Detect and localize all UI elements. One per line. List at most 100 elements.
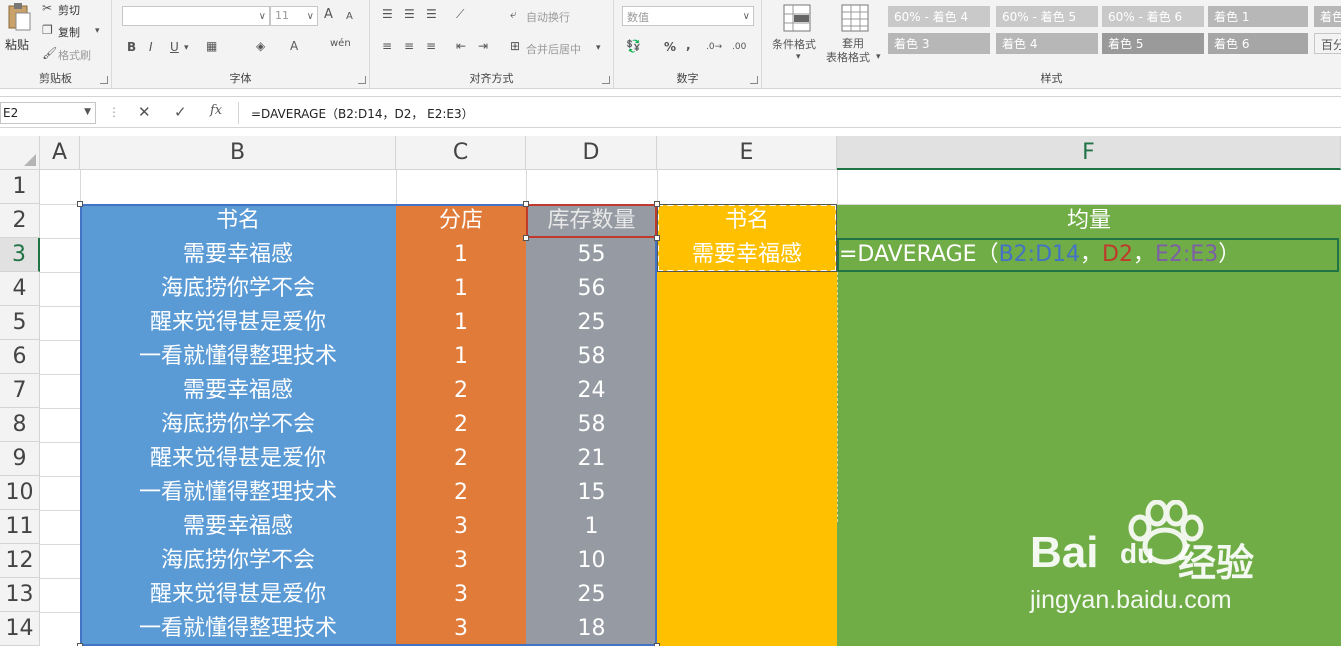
range-handle-icon[interactable] bbox=[77, 201, 83, 207]
row-header-8[interactable]: 8 bbox=[0, 408, 40, 442]
number-launcher-icon[interactable] bbox=[750, 76, 758, 84]
cell-style-item[interactable]: 百分 bbox=[1314, 33, 1341, 54]
align-left-icon[interactable]: ≡ bbox=[382, 39, 392, 53]
cell-style-item[interactable]: 着色 1 bbox=[1208, 6, 1308, 27]
gridline bbox=[40, 578, 80, 579]
row-header-5[interactable]: 5 bbox=[0, 306, 40, 340]
row-header-13[interactable]: 13 bbox=[0, 578, 40, 612]
number-group-title: 数字 bbox=[676, 72, 699, 85]
row-header-14[interactable]: 14 bbox=[0, 612, 40, 646]
column-header-b[interactable]: B bbox=[80, 136, 396, 170]
row-header-9[interactable]: 9 bbox=[0, 442, 40, 476]
increase-indent-icon[interactable]: ⇥ bbox=[478, 39, 488, 53]
cancel-icon[interactable]: ✕ bbox=[138, 103, 151, 121]
insert-function-icon[interactable]: fx bbox=[210, 103, 222, 118]
font-name-dropdown[interactable]: ∨ bbox=[122, 6, 270, 26]
currency-icon[interactable]: 💱 bbox=[626, 39, 641, 53]
column-header-d[interactable]: D bbox=[526, 136, 657, 170]
cell-style-item[interactable]: 60% - 着色 5 bbox=[996, 6, 1098, 27]
align-top-icon[interactable]: ☰ bbox=[382, 7, 393, 21]
formula-input[interactable]: =DAVERAGE（B2:D14，D2， E2:E3） bbox=[238, 102, 1338, 124]
copy-icon: ❐ bbox=[42, 23, 53, 37]
align-bottom-icon[interactable]: ☰ bbox=[426, 7, 437, 21]
align-right-icon[interactable]: ≡ bbox=[426, 39, 436, 53]
number-format-dropdown[interactable]: 数值 ∨ bbox=[622, 6, 754, 26]
select-all-button[interactable] bbox=[0, 136, 40, 170]
cut-button[interactable]: 剪切 bbox=[58, 2, 80, 18]
shrink-font-button[interactable]: A bbox=[346, 10, 353, 24]
copy-button[interactable]: 复制 bbox=[58, 24, 80, 40]
range-handle-icon[interactable] bbox=[523, 201, 529, 207]
gridline bbox=[657, 170, 658, 204]
comma-button[interactable]: , bbox=[686, 38, 691, 52]
row-header-6[interactable]: 6 bbox=[0, 340, 40, 374]
conditional-format-button[interactable]: 条件格式 bbox=[772, 36, 816, 52]
row-header-12[interactable]: 12 bbox=[0, 544, 40, 578]
merge-center-button[interactable]: 合并后居中 bbox=[526, 41, 581, 57]
underline-dropdown-icon[interactable]: ▾ bbox=[184, 41, 189, 55]
percent-button[interactable]: % bbox=[664, 40, 676, 54]
row-header-11[interactable]: 11 bbox=[0, 510, 40, 544]
header-average[interactable]: 均量 bbox=[837, 204, 1341, 238]
table-format-button-line2[interactable]: 表格格式 bbox=[826, 49, 870, 65]
row-header-4[interactable]: 4 bbox=[0, 272, 40, 306]
cell-style-item[interactable]: 着色 5 bbox=[1102, 33, 1204, 54]
gridline bbox=[40, 340, 80, 341]
row-header-2[interactable]: 2 bbox=[0, 204, 40, 238]
conditional-format-dropdown-icon[interactable]: ▾ bbox=[796, 50, 801, 64]
wrap-text-button[interactable]: 自动换行 bbox=[526, 9, 570, 25]
row-header-1[interactable]: 1 bbox=[0, 170, 40, 204]
paste-button[interactable]: 粘贴 bbox=[4, 2, 34, 62]
watermark-product: 经验 bbox=[1178, 541, 1255, 585]
column-header-a[interactable]: A bbox=[40, 136, 80, 170]
increase-decimal-icon[interactable]: .0→ bbox=[706, 40, 722, 54]
cell-style-item[interactable]: 60% - 着色 4 bbox=[888, 6, 990, 27]
column-header-f[interactable]: F bbox=[837, 136, 1341, 170]
range-handle-icon[interactable] bbox=[523, 235, 529, 241]
align-center-icon[interactable]: ≡ bbox=[404, 39, 414, 53]
cell-style-item[interactable]: 着色 4 bbox=[996, 33, 1098, 54]
row-header-7[interactable]: 7 bbox=[0, 374, 40, 408]
styles-group: 条件格式 ▾ 套用 表格格式 ▾ 60% - 着色 4 60% - 着色 5 60%… bbox=[762, 0, 1341, 89]
font-launcher-icon[interactable] bbox=[358, 76, 366, 84]
copy-dropdown-icon[interactable]: ▾ bbox=[95, 24, 100, 38]
decrease-decimal-icon[interactable]: .00 bbox=[732, 40, 746, 54]
name-box[interactable]: E2 ▼ bbox=[0, 102, 96, 124]
column-header-e[interactable]: E bbox=[657, 136, 837, 170]
decrease-indent-icon[interactable]: ⇤ bbox=[456, 39, 466, 53]
enter-icon[interactable]: ✓ bbox=[174, 103, 187, 121]
italic-button[interactable]: I bbox=[149, 40, 153, 54]
clipboard-launcher-icon[interactable] bbox=[100, 76, 108, 84]
alignment-launcher-icon[interactable] bbox=[602, 76, 610, 84]
grow-font-button[interactable]: A bbox=[324, 8, 333, 22]
row-header-3[interactable]: 3 bbox=[0, 238, 40, 272]
range-handle-icon[interactable] bbox=[654, 201, 660, 207]
font-size-dropdown[interactable]: 11 ∨ bbox=[270, 6, 318, 26]
font-color-icon[interactable]: A bbox=[290, 39, 298, 53]
align-middle-icon[interactable]: ☰ bbox=[404, 7, 415, 21]
clipboard-group: 粘贴 ✂ 剪切 ❐ 复制 ▾ 🖌 格式刷 剪贴板 bbox=[0, 0, 112, 89]
column-header-c[interactable]: C bbox=[396, 136, 526, 170]
orientation-icon[interactable]: ⟋ bbox=[456, 7, 464, 21]
phonetic-icon[interactable]: wén bbox=[330, 37, 351, 51]
cell-style-item[interactable]: 着色 bbox=[1314, 6, 1341, 27]
cell-style-item[interactable]: 着色 3 bbox=[888, 33, 990, 54]
cell-style-item[interactable]: 着色 6 bbox=[1208, 33, 1308, 54]
border-icon[interactable]: ▦ bbox=[206, 39, 217, 53]
underline-button[interactable]: U bbox=[170, 40, 179, 54]
font-group-title: 字体 bbox=[229, 72, 252, 85]
format-painter-button[interactable]: 格式刷 bbox=[58, 47, 91, 63]
merge-dropdown-icon[interactable]: ▾ bbox=[596, 41, 601, 55]
bold-button[interactable]: B bbox=[127, 40, 136, 54]
range-handle-icon[interactable] bbox=[654, 235, 660, 241]
merge-center-icon: ⊞ bbox=[510, 39, 521, 53]
ribbon: 粘贴 ✂ 剪切 ❐ 复制 ▾ 🖌 格式刷 剪贴板 ∨ 11 ∨ A A B I U… bbox=[0, 0, 1341, 89]
gridline bbox=[40, 306, 80, 307]
table-format-dropdown-icon[interactable]: ▾ bbox=[876, 50, 881, 64]
number-group: 数值 ∨ 💱 % , .0→ .00 数字 bbox=[614, 0, 762, 89]
row-header-10[interactable]: 10 bbox=[0, 476, 40, 510]
gridline bbox=[40, 476, 80, 477]
fill-color-icon[interactable]: ◈ bbox=[256, 39, 265, 53]
gridline bbox=[40, 510, 80, 511]
cell-style-item[interactable]: 60% - 着色 6 bbox=[1102, 6, 1204, 27]
